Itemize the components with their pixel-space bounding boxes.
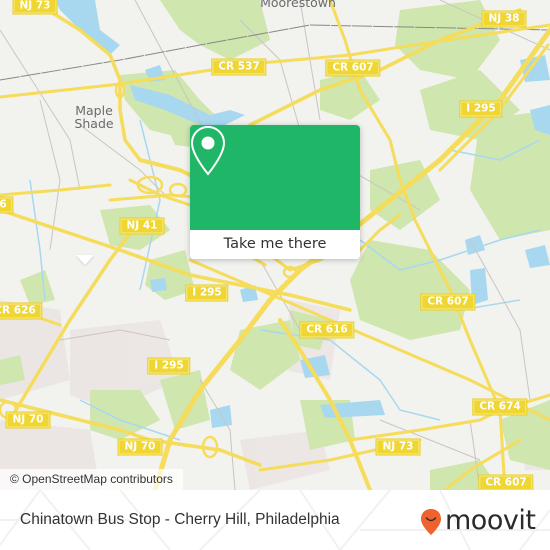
road-label-partial: 6 — [0, 197, 13, 213]
stop-title: Chinatown Bus Stop - Cherry Hill, Philad… — [20, 511, 340, 528]
place-label-line: Shade — [74, 116, 114, 131]
road-label-i295: I 295 — [460, 101, 502, 117]
road-label-cr607: CR 607 — [479, 475, 533, 490]
road-label-nj38: NJ 38 — [482, 11, 526, 27]
road-label-cr674: CR 674 — [473, 399, 527, 415]
road-label-cr537: CR 537 — [212, 59, 266, 75]
road-label-i295: I 295 — [186, 285, 228, 301]
road-label-nj70: NJ 70 — [118, 439, 162, 455]
road-label-cr616: CR 616 — [300, 322, 354, 338]
map[interactable]: Moorestown Maple Shade NJ 73 NJ 38 CR 53… — [0, 0, 550, 490]
road-label-i295: I 295 — [148, 358, 190, 374]
road-label-nj73: NJ 73 — [376, 439, 420, 455]
road-label-nj70: NJ 70 — [6, 412, 50, 428]
moovit-wordmark: moovit — [445, 505, 536, 536]
moovit-pin-icon — [421, 509, 441, 535]
location-popup: Take me there — [190, 125, 360, 259]
place-label-maple-shade: Maple Shade — [74, 104, 113, 130]
road-label-cr607: CR 607 — [326, 60, 380, 76]
footer: Chinatown Bus Stop - Cherry Hill, Philad… — [0, 490, 550, 550]
road-label-cr607: CR 607 — [421, 294, 475, 310]
moovit-logo[interactable]: moovit — [400, 504, 540, 538]
place-label-moorestown: Moorestown — [260, 0, 336, 10]
map-pin-icon — [190, 125, 226, 176]
take-me-there-button[interactable]: Take me there — [190, 230, 360, 259]
road-label-cr626: CR 626 — [0, 303, 42, 319]
popup-pointer — [76, 255, 94, 265]
road-label-nj73: NJ 73 — [13, 0, 57, 14]
map-attribution[interactable]: © OpenStreetMap contributors — [0, 469, 183, 490]
road-label-nj41: NJ 41 — [120, 218, 164, 234]
popup-header — [190, 125, 360, 230]
